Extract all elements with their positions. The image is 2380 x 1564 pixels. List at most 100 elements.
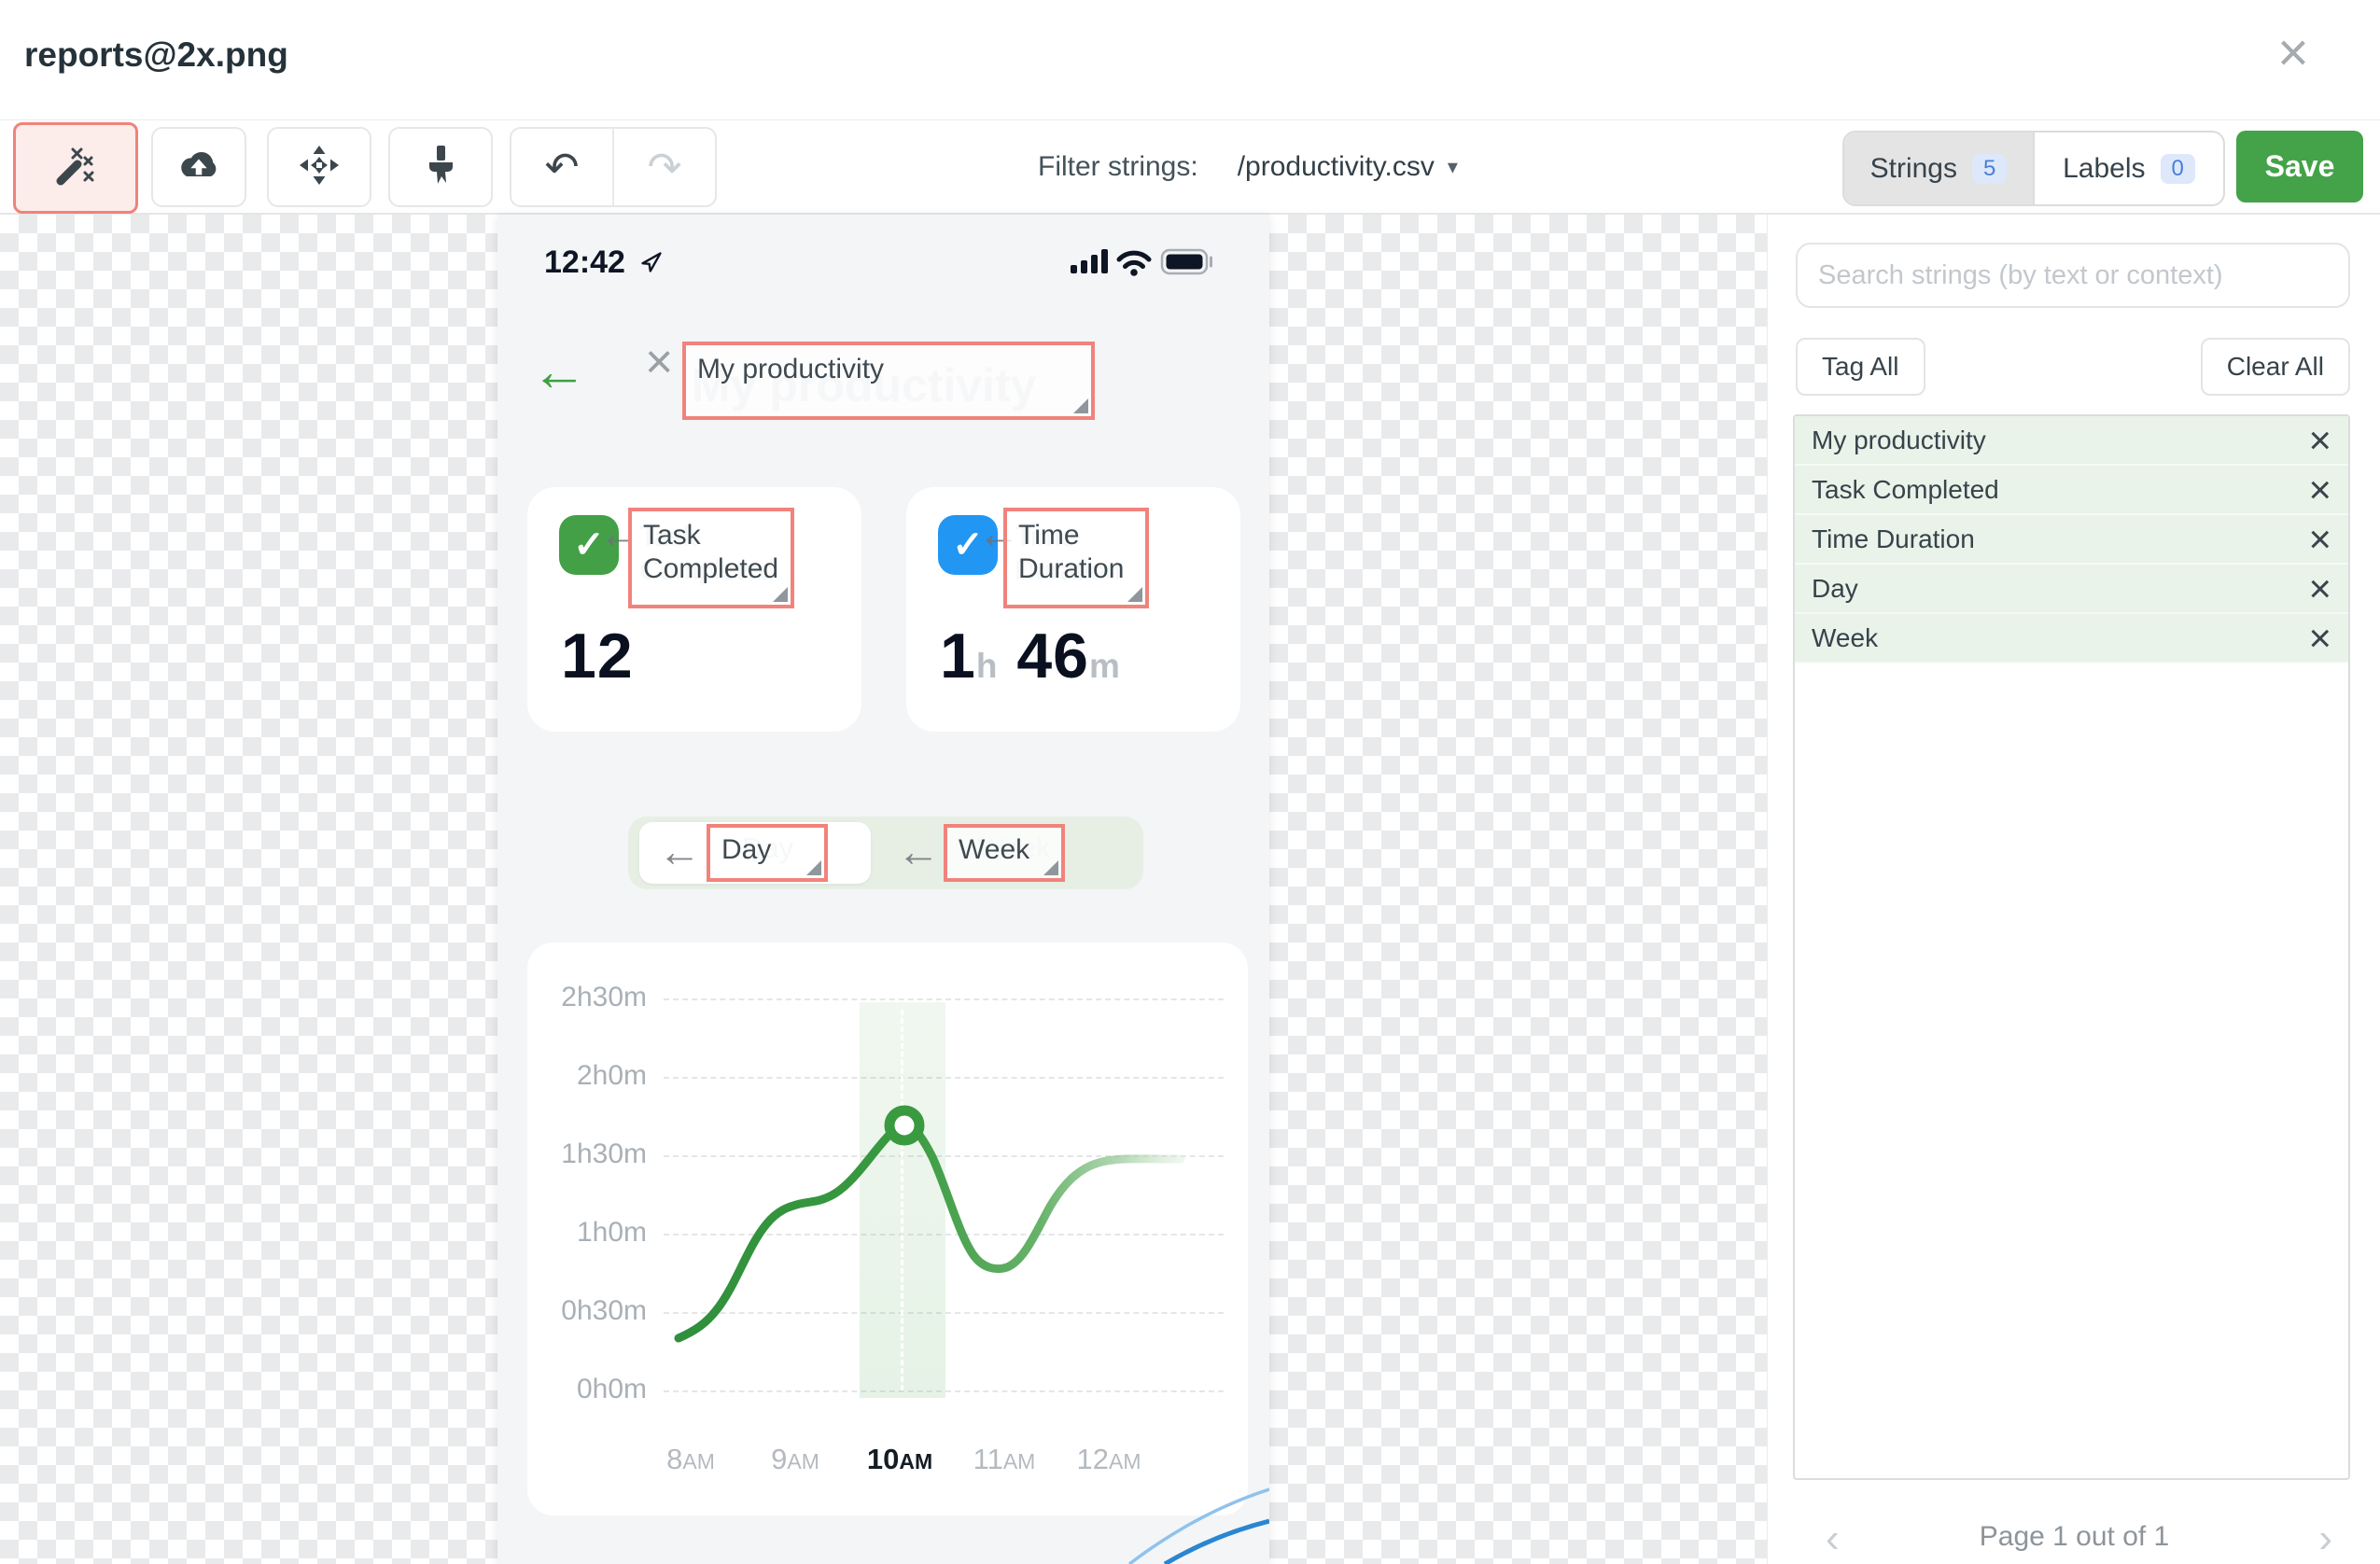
x-tick-label: 9AM — [771, 1443, 819, 1475]
string-row[interactable]: Week × — [1795, 614, 2348, 663]
anchor-arrow-icon: ← — [658, 827, 701, 875]
toolbar: ↶ ↷ Filter strings: /productivity.csv ▾ … — [0, 120, 2380, 215]
annotation-box-day[interactable]: Day — [707, 824, 828, 882]
move-button[interactable] — [267, 127, 371, 207]
upload-button[interactable] — [151, 127, 246, 207]
remove-string-icon[interactable]: × — [2308, 519, 2331, 559]
decorative-wave-lines — [1127, 1487, 1269, 1564]
close-icon[interactable]: × — [2277, 26, 2309, 80]
remove-string-icon[interactable]: × — [2308, 420, 2331, 460]
day-week-toggle: Day Week ← ← Day Week — [628, 817, 1143, 889]
y-tick-label: 0h30m — [561, 1295, 647, 1326]
history-button-group: ↶ ↷ — [510, 127, 717, 207]
x-tick-label: 8AM — [666, 1443, 715, 1475]
clean-button[interactable] — [388, 127, 493, 207]
pagination: ‹ Page 1 out of 1 › — [1768, 1512, 2380, 1564]
clear-all-button[interactable]: Clear All — [2200, 338, 2350, 396]
annotation-box-week[interactable]: Week — [944, 824, 1065, 882]
resize-handle[interactable] — [806, 860, 821, 875]
annotation-box-task-completed[interactable]: Task Completed — [628, 508, 794, 608]
status-bar-icons — [1069, 244, 1229, 285]
filter-strings-label: Filter strings: — [1038, 150, 1198, 182]
tab-labels[interactable]: Labels 0 — [2033, 133, 2223, 204]
duration-value: 1h 46m — [940, 621, 1121, 691]
undo-button[interactable]: ↶ — [511, 129, 614, 205]
file-title: reports@2x.png — [24, 35, 288, 74]
tasks-value: 12 — [561, 621, 634, 691]
strings-labels-tabs: Strings 5 Labels 0 — [1842, 131, 2225, 206]
title-bar: reports@2x.png × — [0, 0, 2380, 120]
resize-handle[interactable] — [1127, 587, 1142, 602]
annotation-task-text: Task Completed — [643, 520, 779, 584]
string-tagging-app: reports@2x.png × ↶ ↷ Filter strings: /pr… — [0, 0, 2380, 1564]
task-completed-card: ✓ ← TaskCompleted TaskCompleted 12 — [527, 487, 861, 732]
strings-list-panel: My productivity × Task Completed × Time … — [1793, 414, 2350, 1480]
strings-sidebar: Tag All Clear All My productivity × Task… — [1767, 215, 2380, 1564]
remove-string-icon[interactable]: × — [2308, 618, 2331, 658]
productivity-line-chart — [674, 1105, 1185, 1343]
annotation-week-text: Week — [959, 834, 1030, 865]
undo-icon: ↶ — [544, 144, 580, 190]
page-indicator: Page 1 out of 1 — [1979, 1521, 2170, 1552]
string-text: Week — [1812, 622, 1879, 652]
phone-screenshot: 12:42 ← × My productivity ✓ ← Task Compl… — [497, 215, 1269, 1564]
string-row[interactable]: Time Duration × — [1795, 515, 2348, 565]
string-text: Task Completed — [1812, 474, 1999, 504]
save-button[interactable]: Save — [2236, 131, 2363, 202]
canvas-area: 12:42 ← × My productivity ✓ ← Task Compl… — [0, 215, 2380, 1564]
tab-strings[interactable]: Strings 5 — [1844, 133, 2033, 204]
tag-all-button[interactable]: Tag All — [1796, 338, 1925, 396]
redo-button[interactable]: ↷ — [614, 129, 715, 205]
x-tick-label-active: 10AM — [866, 1443, 933, 1475]
string-text: My productivity — [1812, 425, 1986, 454]
move-icon — [298, 144, 341, 191]
y-tick-label: 0h0m — [576, 1374, 647, 1404]
redo-icon: ↷ — [647, 144, 682, 190]
string-row[interactable]: Day × — [1795, 565, 2348, 614]
anchor-arrow-icon: ← — [897, 827, 940, 875]
strings-count-badge: 5 — [1972, 153, 2008, 184]
header-close-icon[interactable]: × — [645, 338, 673, 386]
cloud-upload-icon — [175, 147, 222, 188]
chevron-down-icon[interactable]: ▾ — [1448, 155, 1458, 179]
y-tick-label: 1h30m — [561, 1138, 647, 1169]
string-text: Time Duration — [1812, 524, 1975, 553]
magic-wand-icon — [54, 145, 97, 192]
x-tick-label: 11AM — [973, 1443, 1036, 1475]
y-tick-label: 2h0m — [576, 1060, 647, 1091]
location-arrow-icon — [639, 250, 664, 279]
time-duration-card: ✓ ← TimeDuration TimeDuration 1h 46m — [906, 487, 1240, 732]
annotation-day-text: Day — [721, 834, 772, 865]
search-input[interactable] — [1796, 243, 2350, 308]
remove-string-icon[interactable]: × — [2308, 568, 2331, 608]
annotation-box-time-duration[interactable]: Time Duration — [1003, 508, 1149, 608]
filter-file-dropdown[interactable]: /productivity.csv — [1238, 151, 1435, 183]
string-row[interactable]: My productivity × — [1795, 416, 2348, 466]
annotation-time-text: Time Duration — [1018, 520, 1125, 584]
line-series — [674, 1120, 1185, 1343]
string-row[interactable]: Task Completed × — [1795, 466, 2348, 515]
signal-icon — [1071, 249, 1108, 273]
labels-count-badge: 0 — [2160, 153, 2195, 184]
magic-wand-button[interactable] — [13, 122, 138, 214]
resize-handle[interactable] — [1073, 398, 1088, 413]
back-arrow-icon[interactable]: ← — [531, 343, 587, 399]
remove-string-icon[interactable]: × — [2308, 469, 2331, 510]
wifi-icon — [1116, 250, 1152, 276]
brush-icon — [422, 144, 459, 191]
tab-labels-label: Labels — [2063, 152, 2146, 184]
filter-strings-bar: Filter strings: /productivity.csv ▾ — [1038, 120, 1458, 213]
y-tick-label: 2h30m — [561, 982, 647, 1012]
x-tick-label: 12AM — [1076, 1443, 1141, 1475]
productivity-chart-card: 2h30m 2h0m 1h30m 1h0m 0h30m 0h0m 8AM 9AM… — [527, 943, 1248, 1515]
annotation-box-title[interactable]: My productivity — [682, 342, 1095, 420]
string-text: Day — [1812, 573, 1858, 603]
y-tick-label: 1h0m — [576, 1217, 647, 1248]
status-time: 12:42 — [544, 244, 625, 280]
page-next-icon[interactable]: › — [2318, 1515, 2332, 1562]
data-point-marker — [884, 1105, 925, 1146]
resize-handle[interactable] — [773, 587, 788, 602]
resize-handle[interactable] — [1043, 860, 1058, 875]
annotation-title-text: My productivity — [697, 354, 885, 384]
tab-strings-label: Strings — [1869, 152, 1957, 184]
